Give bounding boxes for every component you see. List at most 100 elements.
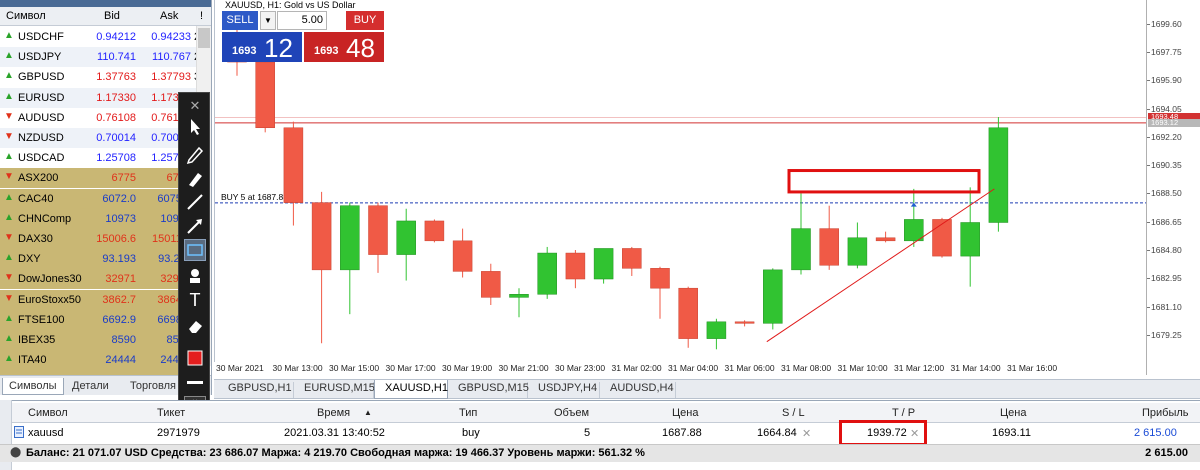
chart-tab-xauusd-h1[interactable]: XAUUSD,H1 — [374, 380, 448, 399]
th-sl[interactable]: S / L — [782, 407, 805, 419]
tp-highlight-box — [839, 420, 927, 446]
highlighter-icon[interactable] — [184, 167, 206, 189]
chart-tab-usdjpy-h4[interactable]: USDJPY,H4 — [528, 382, 600, 398]
cursor-icon[interactable] — [184, 115, 206, 137]
th-volume[interactable]: Объем — [554, 407, 589, 419]
bull-candle — [509, 294, 529, 298]
sell-button[interactable]: SELL — [222, 11, 258, 30]
arrow-down-icon: ▼ — [4, 272, 14, 284]
th-cur-price[interactable]: Цена — [1000, 407, 1026, 419]
drawing-toolbar: ✕ T ◀ ▶ — [178, 92, 210, 417]
arrow-up-icon: ▲ — [4, 312, 14, 324]
buy-button[interactable]: BUY — [346, 11, 384, 30]
arrow-up-icon: ▲ — [4, 151, 14, 163]
time-tick-label: 30 Mar 23:00 — [555, 363, 606, 373]
market-watch-row[interactable]: ▲GBPUSD1.377631.3779330 — [0, 67, 206, 88]
pencil-icon[interactable] — [184, 143, 206, 165]
market-watch-row[interactable]: ▲IBEX3585908596 — [0, 330, 196, 350]
market-watch-header: Символ Bid Ask ! — [0, 7, 211, 26]
col-ask[interactable]: Ask — [160, 10, 178, 22]
market-watch-row[interactable]: ▲ ITA40 24444 24459 — [0, 350, 196, 371]
price-axis[interactable]: 1699.60 1697.75 1695.90 1694.05 1692.20 1690.… — [1146, 0, 1200, 375]
arrow-down-icon: ▼ — [4, 292, 14, 304]
th-tp[interactable]: T / P — [892, 407, 915, 419]
th-profit[interactable]: Прибыль — [1142, 407, 1189, 419]
market-watch-row[interactable]: ▼ DowJones30 32971 32979 — [0, 269, 196, 290]
time-tick-label: 30 Mar 13:00 — [272, 363, 323, 373]
price-tick-label: 1686.65 — [1151, 216, 1182, 227]
lot-down-arrow-icon[interactable]: ▼ — [260, 11, 276, 30]
bid-price: 0.76108 — [96, 111, 136, 124]
chart-tab-eurusd-m15[interactable]: EURUSD,M15 — [294, 382, 375, 398]
stamp-icon[interactable] — [184, 265, 206, 287]
bid-price: 1.25708 — [96, 152, 136, 165]
col-bid[interactable]: Bid — [104, 10, 120, 22]
price-tick-label: 1699.60 — [1151, 18, 1182, 29]
market-watch-row[interactable]: ▲ DXY 93.193 93.211 — [0, 249, 196, 270]
highlight-rectangle — [787, 169, 981, 194]
buy-price-prefix: 1693 — [314, 45, 339, 57]
remove-sl-icon[interactable]: ✕ — [802, 427, 811, 440]
market-watch-row[interactable]: ▼ AUDUSD 0.76108 0.76132 — [0, 107, 196, 128]
bull-candle — [847, 237, 868, 266]
table-row[interactable]: xauusd 2971979 2021.03.31 13:40:52 buy 5… — [12, 420, 1200, 446]
market-watch-row[interactable]: ▼ NZDUSD 0.70014 0.70042 — [0, 128, 196, 148]
tab-details[interactable]: Детали — [66, 378, 115, 395]
symbol-name: DowJones30 — [18, 273, 82, 286]
market-watch-row[interactable]: ▲USDJPY110.741110.76726 — [0, 47, 206, 68]
eraser-icon[interactable] — [184, 315, 206, 337]
price-tick-mark — [1147, 80, 1150, 82]
color-red-icon[interactable] — [184, 347, 206, 369]
buy-quote-button[interactable]: 1693 48 — [304, 32, 384, 63]
sell-price-prefix: 1693 — [232, 45, 257, 57]
arrow-down-icon: ▼ — [4, 131, 14, 142]
market-watch-row[interactable]: ▲ FTSE100 6692.9 6698.6 — [0, 309, 196, 330]
market-watch-row[interactable]: ▲EURUSD1.173301.1734414 — [0, 87, 206, 108]
tab-symbols[interactable]: Символы — [2, 378, 64, 395]
arrow-up-icon: ▲ — [4, 252, 14, 264]
th-symbol[interactable]: Символ — [28, 407, 68, 419]
arrow-down-icon: ▼ — [4, 110, 14, 122]
rectangle-icon[interactable] — [184, 239, 206, 261]
arrow-up-icon: ▲ — [4, 50, 14, 62]
scroll-thumb[interactable] — [198, 28, 210, 48]
th-price[interactable]: Цена — [672, 407, 698, 419]
col-symbol[interactable]: Символ — [6, 10, 46, 22]
market-watch-row[interactable]: ▲ CHNComp 10973 10989 — [0, 208, 196, 229]
bear-candle — [819, 228, 839, 266]
col-spread[interactable]: ! — [200, 10, 203, 22]
th-type[interactable]: Тип — [459, 407, 477, 419]
market-watch-row[interactable]: ▲ CAC40 6072.0 6075.7 — [0, 188, 196, 209]
arrow-up-icon: ▲ — [4, 333, 14, 344]
market-watch-row[interactable]: ▼ASX20067756780 — [0, 168, 196, 189]
arrow-line-icon[interactable] — [184, 215, 206, 237]
th-time[interactable]: Время — [317, 407, 350, 419]
arrow-up-icon: ▲ — [4, 70, 14, 82]
text-icon[interactable]: T — [184, 289, 206, 311]
bear-candle — [565, 252, 586, 280]
price-tick-label: 1697.75 — [1151, 47, 1182, 58]
close-icon[interactable]: ✕ — [184, 95, 206, 117]
sell-quote-button[interactable]: 1693 12 — [222, 32, 302, 63]
bid-price: 6692.9 — [102, 313, 136, 326]
chart-tab-gbpusd-m15[interactable]: GBPUSD,M15 — [448, 382, 529, 398]
lot-size-input[interactable]: 5.00 — [277, 11, 327, 30]
bear-candle — [678, 287, 698, 339]
line-width-icon[interactable] — [184, 371, 206, 393]
market-watch-row[interactable]: ▼ EuroStoxx50 3862.7 3864.3 — [0, 289, 196, 310]
market-watch-row[interactable]: ▲ USDCAD 1.25708 1.25740 — [0, 148, 196, 169]
chart-tab-gbpusd-h1[interactable]: GBPUSD,H1 — [218, 382, 294, 398]
chart-tab-audusd-h4[interactable]: AUDUSD,H4 — [600, 382, 676, 398]
market-watch-row[interactable]: ▲USDCHF0.942120.9423321 — [0, 27, 206, 47]
tab-trading[interactable]: Торговля — [124, 378, 182, 395]
price-tick-mark — [1147, 278, 1150, 280]
th-ticket[interactable]: Тикет — [157, 407, 185, 419]
bid-price: 6775 — [111, 172, 136, 185]
bid-price-tag: 1693.12 — [1148, 118, 1200, 127]
price-tick-label: 1690.35 — [1151, 160, 1182, 171]
ask-price: 1.37793 — [151, 71, 191, 84]
bear-candle — [452, 240, 473, 272]
line-icon[interactable] — [184, 191, 206, 213]
market-watch-row[interactable]: ▼ DAX30 15006.6 15011.4 — [0, 229, 196, 249]
position-sl[interactable]: 1664.84 — [757, 427, 797, 439]
